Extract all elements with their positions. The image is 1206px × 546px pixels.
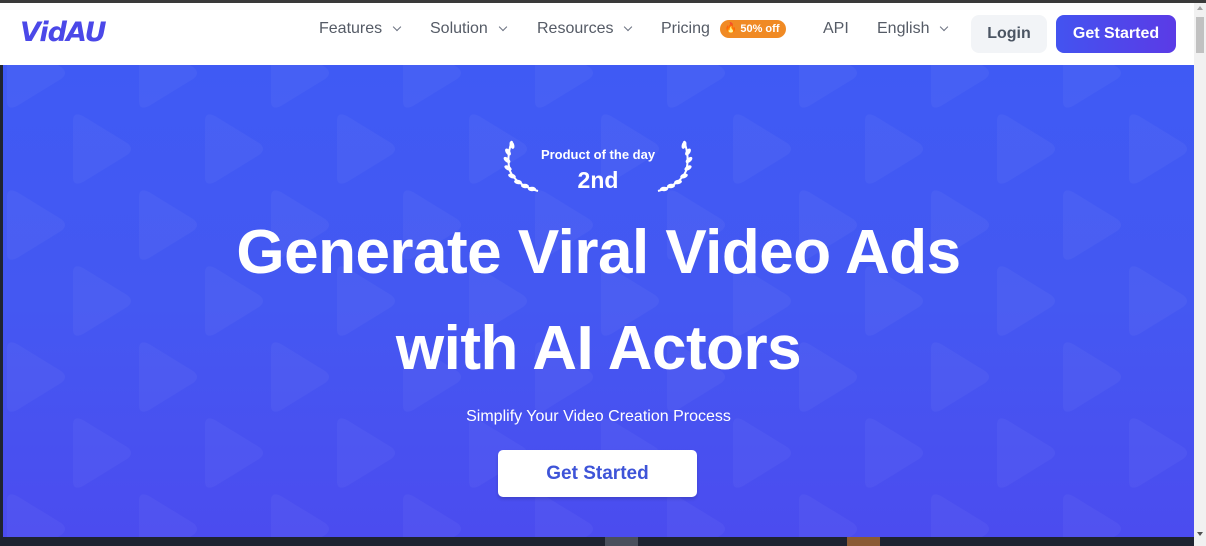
next-section-thumbnail (847, 537, 880, 546)
nav-item-resources[interactable]: Resources (537, 20, 633, 38)
hero-headline-line1: Generate Viral Video Ads (236, 218, 961, 287)
next-section-preview (0, 537, 1194, 546)
nav-item-label: API (823, 20, 849, 37)
nav-item-label: Resources (537, 20, 614, 37)
next-section-thumbnail (605, 537, 638, 546)
laurel-icon (657, 140, 693, 192)
nav-item-solution[interactable]: Solution (430, 20, 508, 38)
navbar: VidAU Features Solution Resources Pricin… (0, 3, 1194, 65)
scrollbar-thumb[interactable] (1196, 17, 1204, 53)
hero-section: Product of the day 2nd Generate Viral Vi… (3, 65, 1194, 537)
chevron-down-icon (624, 22, 633, 32)
nav-item-label: Pricing (661, 20, 710, 37)
flame-icon: 🔥 (724, 23, 738, 34)
nav-item-features[interactable]: Features (319, 20, 402, 38)
hero-headline-line2: with AI Actors (395, 314, 802, 383)
vertical-scrollbar[interactable] (1194, 3, 1206, 546)
scroll-up-arrow-icon[interactable] (1197, 6, 1203, 10)
logo[interactable]: VidAU (20, 17, 107, 48)
chevron-down-icon (940, 22, 949, 32)
language-label: English (877, 20, 930, 37)
nav-item-label: Features (319, 20, 383, 37)
get-started-hero-button[interactable]: Get Started (498, 450, 697, 497)
discount-badge: 🔥 50% off (719, 20, 787, 38)
get-started-nav-button[interactable]: Get Started (1056, 15, 1176, 53)
hero-subtitle: Simplify Your Video Creation Process (466, 408, 731, 425)
nav-item-label: Solution (430, 20, 488, 37)
nav-item-pricing[interactable]: Pricing 🔥 50% off (661, 20, 787, 38)
nav-item-api[interactable]: API (823, 20, 849, 38)
chevron-down-icon (392, 22, 402, 32)
discount-badge-text: 50% off (740, 23, 780, 35)
scroll-down-arrow-icon[interactable] (1197, 532, 1203, 536)
login-button[interactable]: Login (971, 15, 1047, 53)
chevron-down-icon (498, 22, 508, 32)
product-of-the-day-award: Product of the day 2nd (498, 135, 698, 197)
language-selector[interactable]: English (877, 20, 949, 38)
